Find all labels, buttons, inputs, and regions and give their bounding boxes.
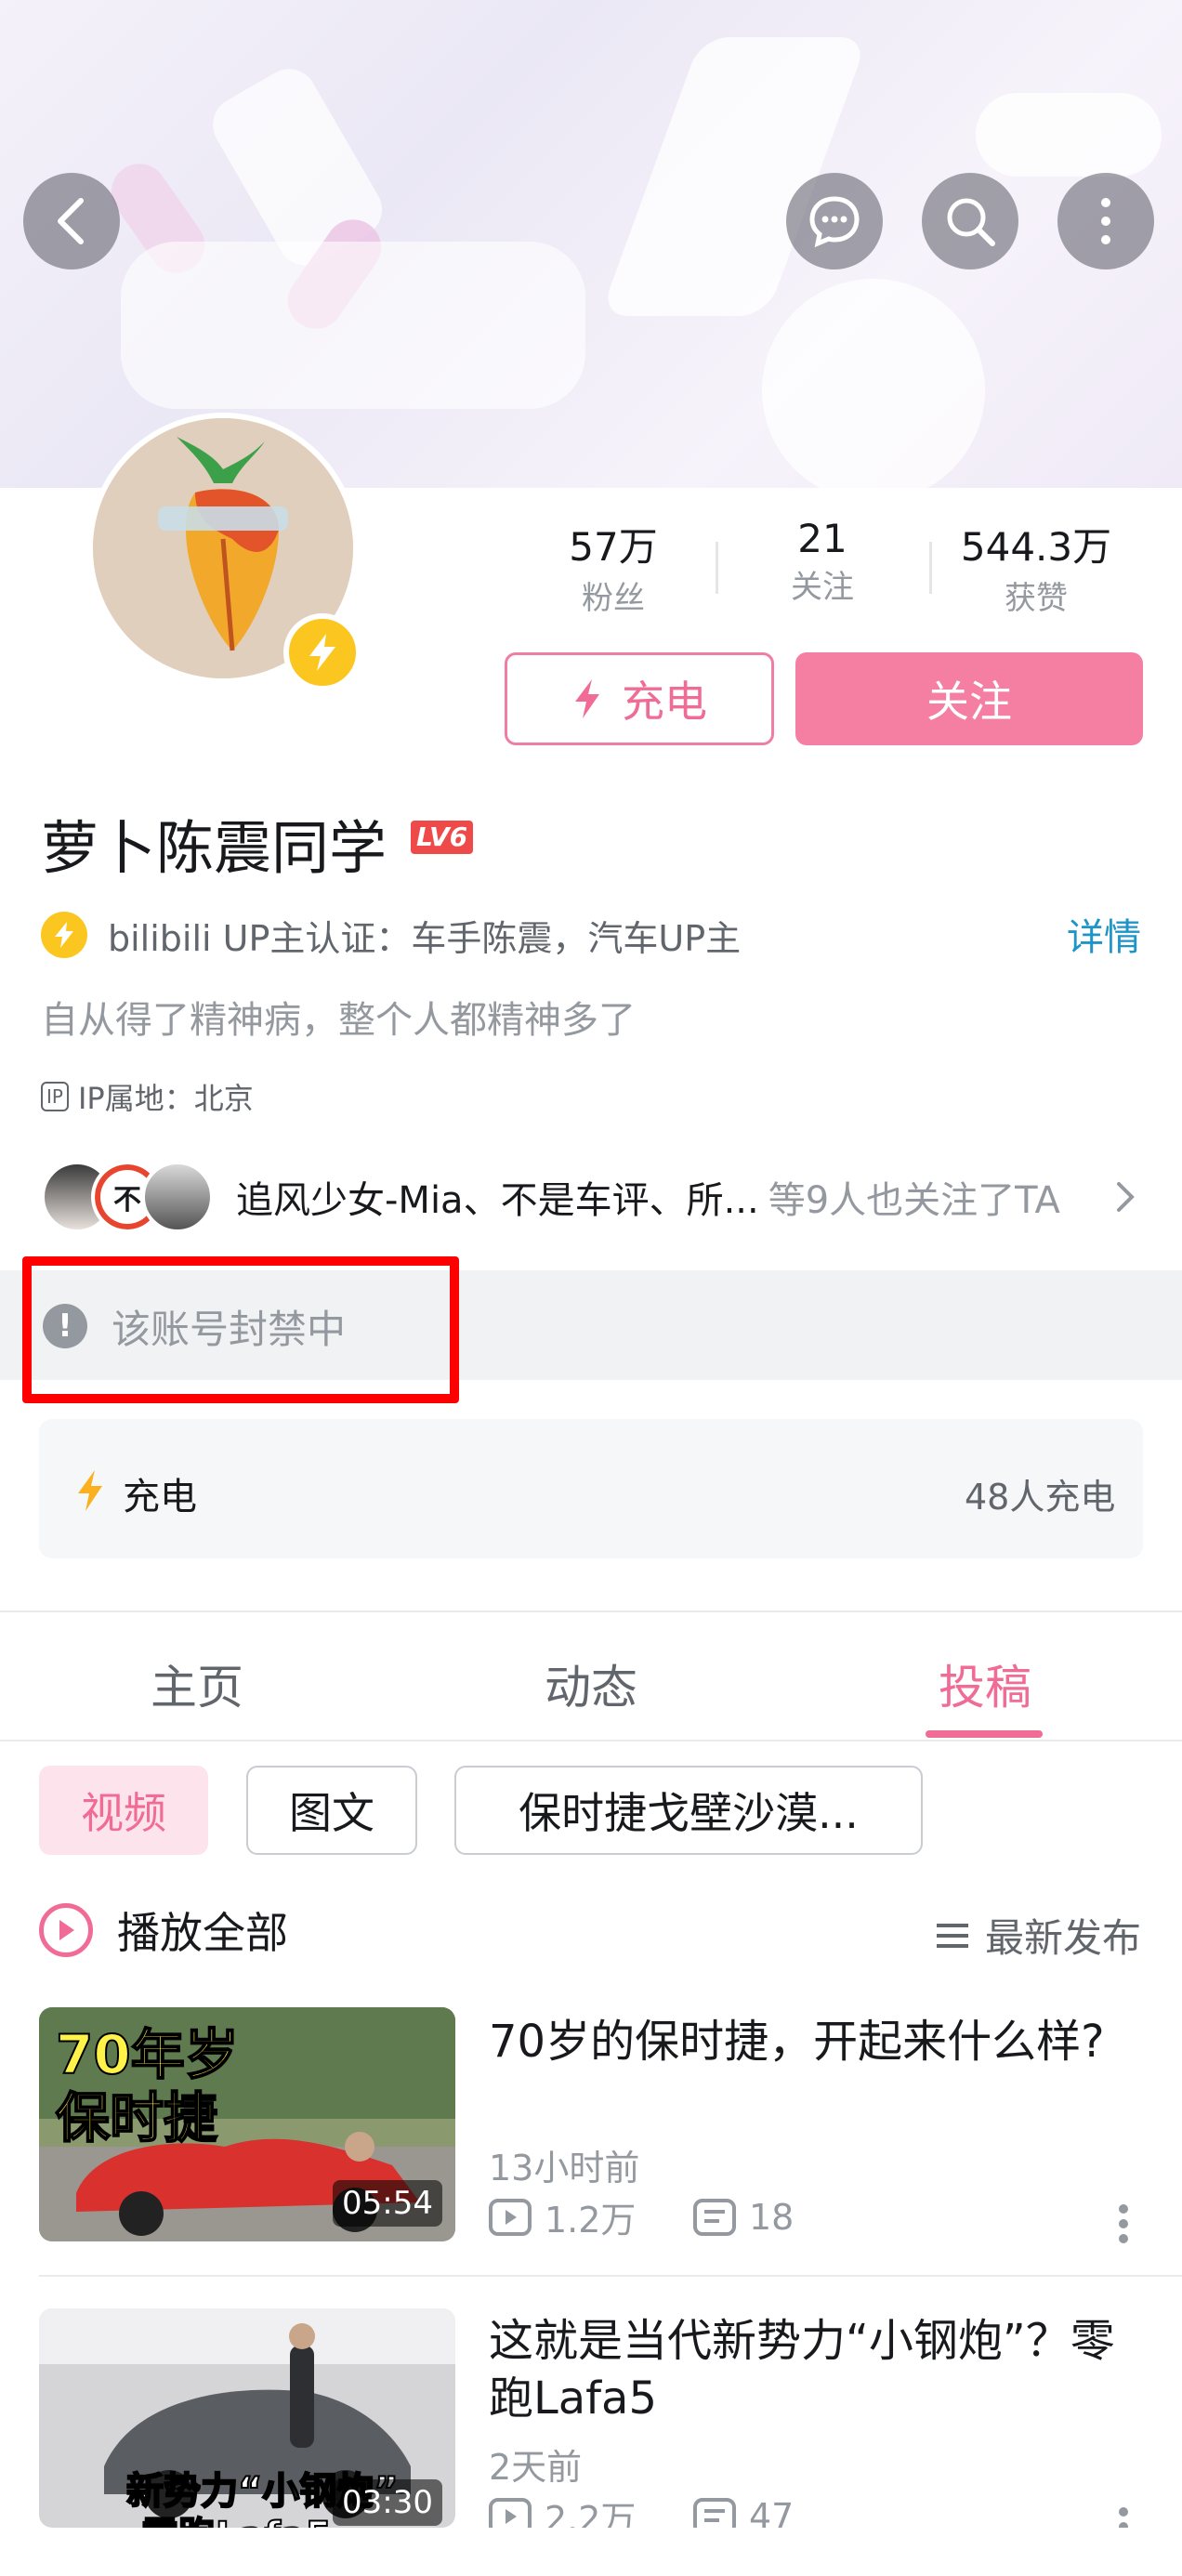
charge-count: 48人充电 — [965, 1477, 1116, 1518]
highlight-box — [22, 1256, 459, 1403]
detail-link[interactable]: 详情 — [1067, 907, 1141, 961]
tab-home[interactable]: 主页 — [85, 1650, 309, 1717]
comment-count: 47 — [749, 2495, 795, 2529]
chevron-right-icon — [1117, 1182, 1135, 1212]
sort-label: 最新发布 — [985, 1915, 1142, 1961]
verification-text: bilibili UP主认证：车手陈震，汽车UP主 — [108, 917, 742, 959]
video-time: 2天前 — [489, 2447, 583, 2488]
ip-text: IP属地：北京 — [77, 1081, 254, 1116]
stat-divider — [929, 542, 932, 594]
verified-badge — [283, 613, 361, 691]
stat-label: 获赞 — [1005, 580, 1068, 617]
chip-article[interactable]: 图文 — [246, 1766, 417, 1855]
comment-icon — [693, 2198, 736, 2236]
video-time: 13小时前 — [489, 2148, 640, 2188]
video-stats-clip: 2.2万 47 — [0, 2487, 1182, 2528]
video-stats: 2.2万 47 — [489, 2491, 794, 2528]
tabs-divider — [0, 1610, 1182, 1612]
lightning-icon — [575, 679, 599, 718]
video-stats: 1.2万 18 — [489, 2191, 794, 2242]
play-count: 2.2万 — [545, 2499, 637, 2528]
list-divider — [39, 2275, 1182, 2277]
back-icon — [58, 198, 84, 244]
message-icon — [809, 196, 860, 248]
video-title[interactable]: 70岁的保时捷，开起来什么样? — [489, 2013, 1139, 2070]
mutual-followers-row[interactable]: 不 追风少女-Mia、不是车评、所... 等9人也关注了TA — [41, 1161, 1147, 1233]
more-icon — [1119, 2204, 1128, 2214]
video-duration: 05:54 — [333, 2180, 442, 2227]
lightning-icon — [309, 634, 335, 671]
stat-label: 粉丝 — [582, 580, 645, 617]
follow-button[interactable]: 关注 — [795, 652, 1143, 745]
play-count-icon — [489, 2497, 532, 2528]
more-icon — [1119, 2507, 1128, 2517]
play-count: 1.2万 — [545, 2200, 637, 2241]
charge-card-label: 充电 — [123, 1476, 197, 1518]
video-thumbnail[interactable]: 70年岁 保时捷 05:54 — [39, 2007, 455, 2241]
follow-button-label: 关注 — [926, 677, 1012, 727]
stat-label: 关注 — [791, 569, 854, 606]
more-icon — [1101, 198, 1110, 244]
mutual-names: 追风少女-Mia、不是车评、所... — [236, 1179, 759, 1222]
stat-value: 544.3万 — [960, 524, 1112, 570]
back-button[interactable] — [23, 173, 120, 269]
stat-following[interactable]: 21 关注 — [729, 516, 915, 607]
charge-button[interactable]: 充电 — [505, 652, 774, 745]
list-icon — [937, 1923, 968, 1948]
search-icon — [947, 198, 995, 246]
ip-icon: IP — [41, 1082, 69, 1111]
mutual-suffix: 等9人也关注了TA — [768, 1179, 1060, 1222]
play-all-button[interactable]: 播放全部 — [39, 1899, 288, 1961]
search-button[interactable] — [922, 173, 1018, 269]
thumbnail-caption: 保时捷 — [55, 2085, 218, 2150]
tab-indicator — [926, 1730, 1043, 1738]
sort-button[interactable]: 最新发布 — [935, 1907, 1141, 1964]
video-more-button[interactable] — [1119, 2199, 1130, 2249]
tab-dynamics[interactable]: 动态 — [479, 1650, 703, 1717]
tabs-divider — [0, 1740, 1182, 1741]
mutual-avatar — [141, 1161, 214, 1233]
signature: 自从得了精神病，整个人都精神多了 — [41, 999, 636, 1042]
stat-value: 21 — [797, 516, 847, 561]
ip-location: IP IP属地：北京 — [41, 1075, 254, 1118]
stat-value: 57万 — [569, 524, 658, 570]
stat-divider — [716, 542, 718, 594]
comment-icon — [693, 2497, 736, 2528]
video-more-button[interactable] — [1119, 2502, 1130, 2528]
message-button[interactable] — [786, 173, 883, 269]
play-count-icon — [489, 2198, 532, 2236]
lightning-icon — [78, 1470, 102, 1511]
verified-icon — [41, 912, 87, 958]
stat-fans[interactable]: 57万 粉丝 — [520, 516, 706, 618]
chip-video[interactable]: 视频 — [39, 1766, 208, 1855]
play-icon — [39, 1903, 93, 1957]
tab-uploads[interactable]: 投稿 — [873, 1650, 1097, 1717]
video-title[interactable]: 这就是当代新势力“小钢炮”？零跑Lafa5 — [489, 2312, 1139, 2427]
charge-button-label: 充电 — [622, 677, 707, 727]
level-badge: LV6 — [411, 821, 474, 854]
chip-collection[interactable]: 保时捷戈壁沙漠... — [454, 1766, 923, 1855]
comment-count: 18 — [749, 2196, 795, 2238]
verification-row: bilibili UP主认证：车手陈震，汽车UP主 — [41, 907, 741, 963]
user-name: 萝卜陈震同学 — [41, 814, 387, 882]
more-button[interactable] — [1057, 173, 1154, 269]
stat-likes[interactable]: 544.3万 获赞 — [943, 516, 1129, 618]
play-all-label: 播放全部 — [117, 1908, 288, 1958]
